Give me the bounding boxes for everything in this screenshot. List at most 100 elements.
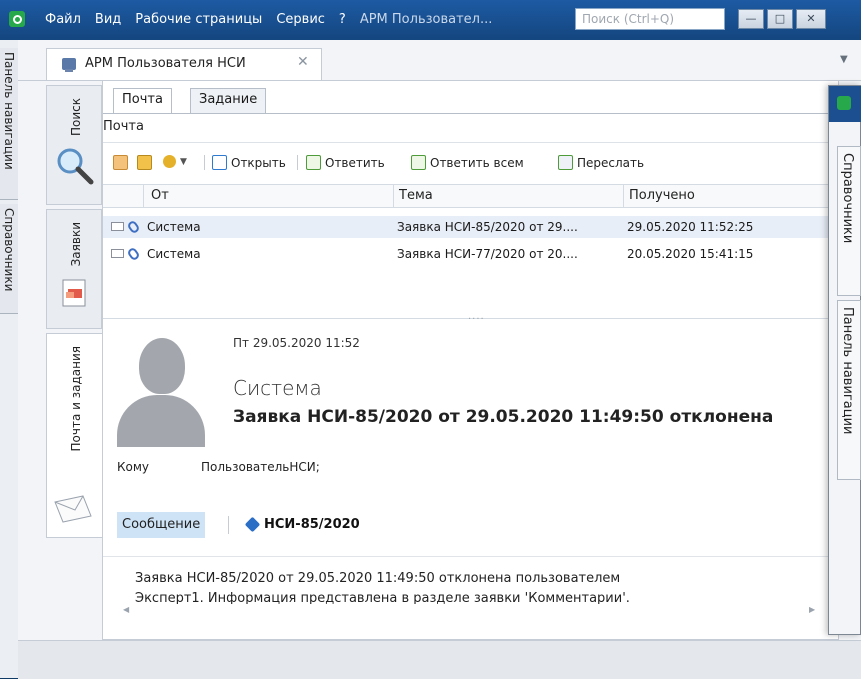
- minimize-button[interactable]: —: [738, 9, 764, 29]
- row-from: Система: [147, 220, 201, 234]
- document-tabs: АРМ Пользователя НСИ ✕ ▼: [18, 40, 861, 81]
- row-subject: Заявка НСИ-77/2020 от 20....: [397, 247, 578, 261]
- tab-divider: [103, 113, 839, 114]
- table-row[interactable]: Система Заявка НСИ-85/2020 от 29.... 29.…: [103, 216, 839, 238]
- row-received: 20.05.2020 15:41:15: [627, 247, 754, 261]
- forward-label: Переслать: [577, 155, 645, 170]
- table-row[interactable]: Система Заявка НСИ-77/2020 от 20.... 20.…: [103, 243, 839, 265]
- new-task-button[interactable]: [137, 155, 152, 170]
- new-mail-button[interactable]: [113, 155, 128, 170]
- menu-file[interactable]: Файл: [38, 10, 88, 30]
- tab-task[interactable]: Задание: [190, 88, 267, 113]
- side-tab-search[interactable]: Поиск: [46, 85, 102, 205]
- dock-tab-navigation[interactable]: Панель навигации: [0, 48, 18, 200]
- column-divider: [623, 185, 624, 207]
- column-divider: [393, 185, 394, 207]
- reply-icon: [306, 155, 321, 170]
- envelope-icon: [54, 495, 92, 523]
- row-from: Система: [147, 247, 201, 261]
- body-divider: [103, 556, 839, 557]
- reply-all-button[interactable]: Ответить всем: [411, 155, 524, 170]
- chip-separator: [228, 516, 229, 534]
- workstation-icon: [62, 58, 76, 72]
- doc-tab-label: АРМ Пользователя НСИ: [85, 56, 246, 71]
- column-divider: [143, 185, 144, 207]
- doc-tab-arm[interactable]: АРМ Пользователя НСИ ✕: [46, 48, 322, 80]
- float-tab-references[interactable]: Справочники: [837, 146, 861, 296]
- menu-view[interactable]: Вид: [88, 10, 128, 30]
- dock-tab-references-label: Справочники: [2, 208, 16, 292]
- side-tab-requests[interactable]: Заявки: [46, 209, 102, 329]
- close-tab-icon[interactable]: ✕: [297, 54, 309, 70]
- to-label: Кому: [117, 460, 150, 474]
- reply-all-icon: [411, 155, 426, 170]
- open-button[interactable]: Открыть: [212, 155, 286, 170]
- forward-button[interactable]: Переслать: [558, 155, 644, 170]
- reply-all-label: Ответить всем: [430, 155, 524, 170]
- floating-window: Справочники Панель навигации: [828, 85, 861, 635]
- menu-help[interactable]: ?: [332, 10, 353, 30]
- user-icon: [163, 155, 176, 168]
- row-received: 29.05.2020 11:52:25: [627, 220, 754, 234]
- open-label: Открыть: [231, 155, 286, 170]
- task-icon: [137, 155, 152, 170]
- message-subject: Заявка НСИ-85/2020 от 29.05.2020 11:49:5…: [233, 407, 774, 427]
- float-tab-references-label: Справочники: [840, 153, 855, 244]
- left-dock-strip: Панель навигации Справочники: [0, 40, 19, 678]
- message-from: Система: [233, 376, 322, 400]
- new-mail-icon: [113, 155, 128, 170]
- section-title: Почта: [103, 119, 144, 134]
- side-tab-mail-tasks[interactable]: Почта и задания: [46, 333, 102, 538]
- mail-grid-header: От Тема Получено: [103, 184, 839, 208]
- paperclip-icon: [126, 219, 141, 235]
- attachment-link[interactable]: НСИ-85/2020: [244, 516, 360, 533]
- scroll-left-icon[interactable]: ◀: [123, 605, 129, 614]
- column-from[interactable]: От: [151, 188, 169, 203]
- toolbar-separator: [297, 155, 298, 170]
- search-input[interactable]: Поиск (Ctrl+Q): [575, 8, 725, 30]
- dropdown-arrow-icon: ▼: [180, 156, 187, 167]
- column-received[interactable]: Получено: [629, 188, 695, 203]
- mail-toolbar: ▼ Открыть Ответить Ответить всем Пересла…: [103, 142, 839, 179]
- chevron-down-icon[interactable]: ▼: [840, 54, 848, 65]
- float-tab-navigation[interactable]: Панель навигации: [837, 300, 861, 480]
- side-tab-mail-tasks-label: Почта и задания: [69, 346, 83, 452]
- reply-label: Ответить: [325, 155, 385, 170]
- app-logo-icon: [837, 96, 851, 110]
- app-logo-icon: [9, 11, 25, 27]
- to-value: ПользовательНСИ;: [201, 460, 320, 474]
- splitter-grip[interactable]: ····: [468, 314, 485, 325]
- column-subject[interactable]: Тема: [399, 188, 433, 203]
- float-tab-navigation-label: Панель навигации: [840, 307, 855, 435]
- envelope-icon: [111, 222, 124, 231]
- floating-window-titlebar: [829, 86, 861, 122]
- scroll-right-icon[interactable]: ▶: [809, 605, 815, 614]
- paperclip-icon: [126, 246, 141, 262]
- maximize-button[interactable]: □: [767, 9, 793, 29]
- message-body: Заявка НСИ-85/2020 от 29.05.2020 11:49:5…: [135, 569, 825, 609]
- close-window-button[interactable]: ✕: [796, 9, 826, 29]
- side-tab-search-label: Поиск: [69, 98, 83, 137]
- status-bar: [18, 640, 861, 679]
- window-title: АРМ Пользовател...: [359, 12, 493, 27]
- menu-workpages[interactable]: Рабочие страницы: [128, 10, 269, 30]
- horizontal-scrollbar[interactable]: ◀ ▶: [103, 604, 839, 618]
- message-body-line: Заявка НСИ-85/2020 от 29.05.2020 11:49:5…: [135, 571, 621, 586]
- avatar-head: [139, 338, 185, 394]
- user-menu-button[interactable]: ▼: [163, 155, 187, 168]
- magnifier-icon: [57, 148, 94, 185]
- message-chip[interactable]: Сообщение: [117, 512, 206, 538]
- menu-bar: Файл Вид Рабочие страницы Сервис ? АРМ П…: [38, 10, 499, 30]
- avatar-body: [117, 395, 205, 447]
- title-bar: Файл Вид Рабочие страницы Сервис ? АРМ П…: [0, 0, 861, 40]
- avatar: [117, 335, 205, 447]
- dock-tab-references[interactable]: Справочники: [0, 204, 18, 314]
- tab-mail[interactable]: Почта: [113, 88, 172, 114]
- menu-service[interactable]: Сервис: [269, 10, 332, 30]
- reply-button[interactable]: Ответить: [306, 155, 385, 170]
- envelope-icon: [111, 249, 124, 258]
- attachment-icon: [244, 516, 261, 533]
- forward-icon: [558, 155, 573, 170]
- attachment-label: НСИ-85/2020: [264, 517, 360, 532]
- row-subject: Заявка НСИ-85/2020 от 29....: [397, 220, 578, 234]
